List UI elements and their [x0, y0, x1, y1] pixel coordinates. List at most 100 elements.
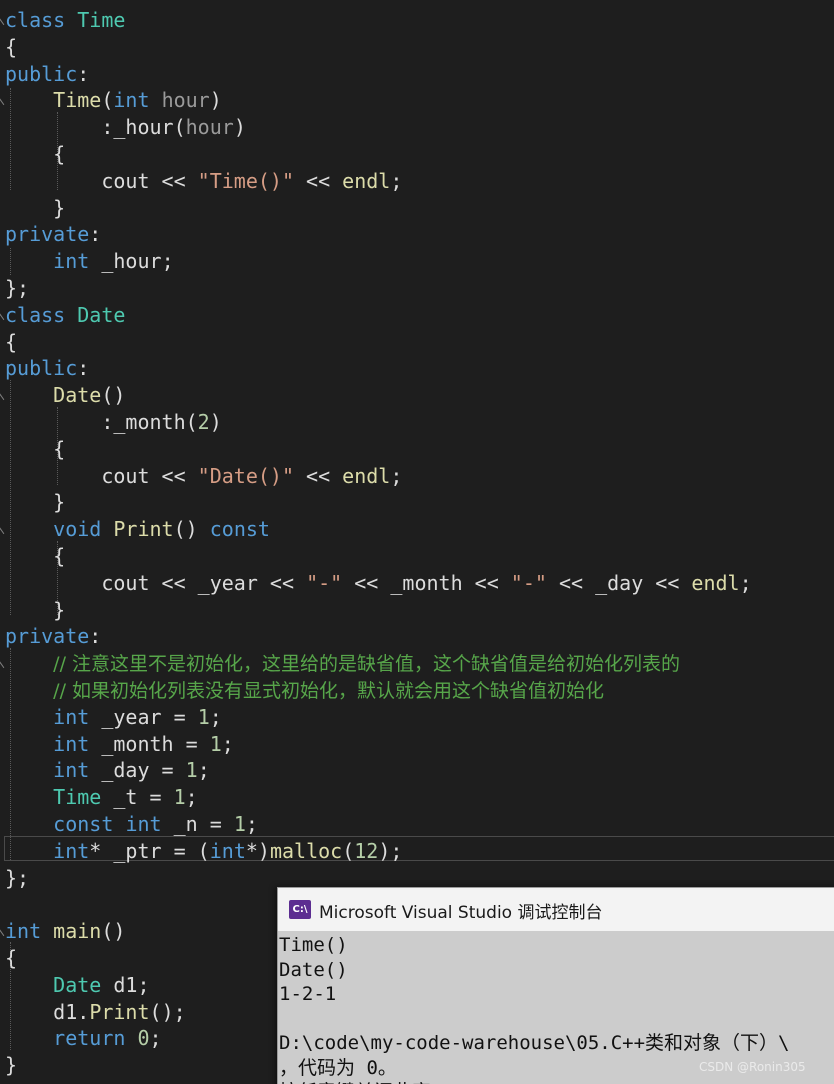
debug-console-window[interactable]: C:\ Microsoft Visual Studio 调试控制台 Time()…	[277, 887, 834, 1084]
code-token: ;	[390, 168, 403, 193]
code-token: int	[53, 758, 90, 783]
code-token: <<	[462, 570, 511, 595]
console-title: Microsoft Visual Studio 调试控制台	[319, 903, 603, 923]
code-token: (	[342, 838, 355, 863]
code-token: ;	[739, 570, 752, 595]
code-text: private:	[5, 623, 101, 650]
code-line[interactable]: Time(int hour)	[0, 87, 834, 114]
code-text: };	[5, 275, 29, 302]
code-line[interactable]: // 如果初始化列表没有显式初始化，默认就会用这个缺省值初始化	[0, 677, 834, 704]
code-line[interactable]: private:	[0, 221, 834, 248]
code-token: _month	[101, 731, 174, 756]
code-line[interactable]: {	[0, 543, 834, 570]
code-line[interactable]: int _day = 1;	[0, 757, 834, 784]
code-token: malloc	[269, 838, 343, 863]
code-line[interactable]: // 注意这里不是初始化，这里给的是缺省值，这个缺省值是给初始化列表的	[0, 650, 834, 677]
code-text: Date d1;	[5, 972, 149, 999]
code-token: .	[77, 999, 90, 1024]
code-token: void	[53, 517, 102, 542]
code-line[interactable]: cout << "Date()" << endl;	[0, 463, 834, 490]
code-line[interactable]: Date()	[0, 382, 834, 409]
code-line[interactable]: }	[0, 597, 834, 624]
code-token: int	[5, 919, 42, 944]
code-line[interactable]: class Time	[0, 7, 834, 34]
code-line[interactable]: };	[0, 275, 834, 302]
code-token: int	[125, 812, 162, 836]
code-line[interactable]: :_hour(hour)	[0, 114, 834, 141]
code-text: return 0;	[5, 1025, 161, 1052]
code-text: // 如果初始化列表没有显式初始化，默认就会用这个缺省值初始化	[5, 677, 604, 705]
code-line[interactable]: cout << "Time()" << endl;	[0, 168, 834, 195]
code-text: {	[5, 329, 17, 356]
code-token: );	[378, 838, 403, 863]
code-line[interactable]: public:	[0, 355, 834, 382]
code-line[interactable]: public:	[0, 61, 834, 88]
code-line[interactable]: {	[0, 34, 834, 61]
code-token: =	[161, 704, 198, 729]
code-token: class	[5, 302, 66, 327]
code-line[interactable]: cout << _year << "-" << _month << "-" <<…	[0, 570, 834, 597]
code-token: ;	[161, 249, 174, 274]
code-token: <<	[149, 168, 198, 193]
code-token: _day	[595, 570, 644, 595]
code-text: {	[5, 141, 65, 168]
code-line[interactable]: private:	[0, 623, 834, 650]
code-token: 1	[197, 704, 210, 729]
code-token: d1	[113, 972, 138, 997]
code-token: 1	[173, 785, 186, 810]
code-line[interactable]: int _hour;	[0, 248, 834, 275]
code-token: ()	[101, 919, 126, 944]
code-line[interactable]: class Date	[0, 302, 834, 329]
code-token: ()	[101, 383, 126, 408]
code-token: // 注意这里不是初始化，这里给的是缺省值，这个缺省值是给初始化列表的	[53, 653, 681, 676]
console-titlebar[interactable]: C:\ Microsoft Visual Studio 调试控制台	[278, 888, 834, 931]
code-line[interactable]: int _year = 1;	[0, 704, 834, 731]
code-token: hour	[161, 88, 210, 113]
code-token: (	[101, 88, 114, 113]
code-text: cout << _year << "-" << _month << "-" <<…	[5, 570, 752, 597]
code-token: "-"	[510, 570, 547, 595]
code-line[interactable]: {	[0, 329, 834, 356]
code-token: 1	[185, 758, 198, 783]
code-token: (	[173, 115, 186, 140]
code-token: {	[5, 946, 18, 970]
code-line[interactable]: const int _n = 1;	[0, 811, 834, 838]
code-token: }	[5, 490, 66, 515]
console-output-line: Time()	[279, 934, 348, 956]
code-line[interactable]: }	[0, 489, 834, 516]
code-text: Time(int hour)	[5, 87, 222, 114]
code-line[interactable]: {	[0, 141, 834, 168]
code-text: public:	[5, 61, 89, 88]
code-text: }	[5, 597, 65, 624]
code-token: {	[5, 436, 66, 461]
code-line[interactable]: :_month(2)	[0, 409, 834, 436]
console-output-line: D:\code\my-code-warehouse\05.C++类和对象（下）\	[279, 1032, 790, 1054]
code-line[interactable]: int* _ptr = (int*)malloc(12);	[0, 838, 834, 865]
code-line[interactable]: int _month = 1;	[0, 731, 834, 758]
code-line[interactable]: Time _t = 1;	[0, 784, 834, 811]
code-text: private:	[5, 221, 101, 248]
code-line[interactable]: }	[0, 195, 834, 222]
code-token: endl	[342, 168, 391, 193]
code-text: }	[5, 195, 65, 222]
code-token: }	[5, 195, 66, 220]
code-line[interactable]: void Print() const	[0, 516, 834, 543]
code-text: {	[5, 436, 65, 463]
code-line[interactable]: {	[0, 436, 834, 463]
code-token: 0	[137, 1026, 150, 1051]
